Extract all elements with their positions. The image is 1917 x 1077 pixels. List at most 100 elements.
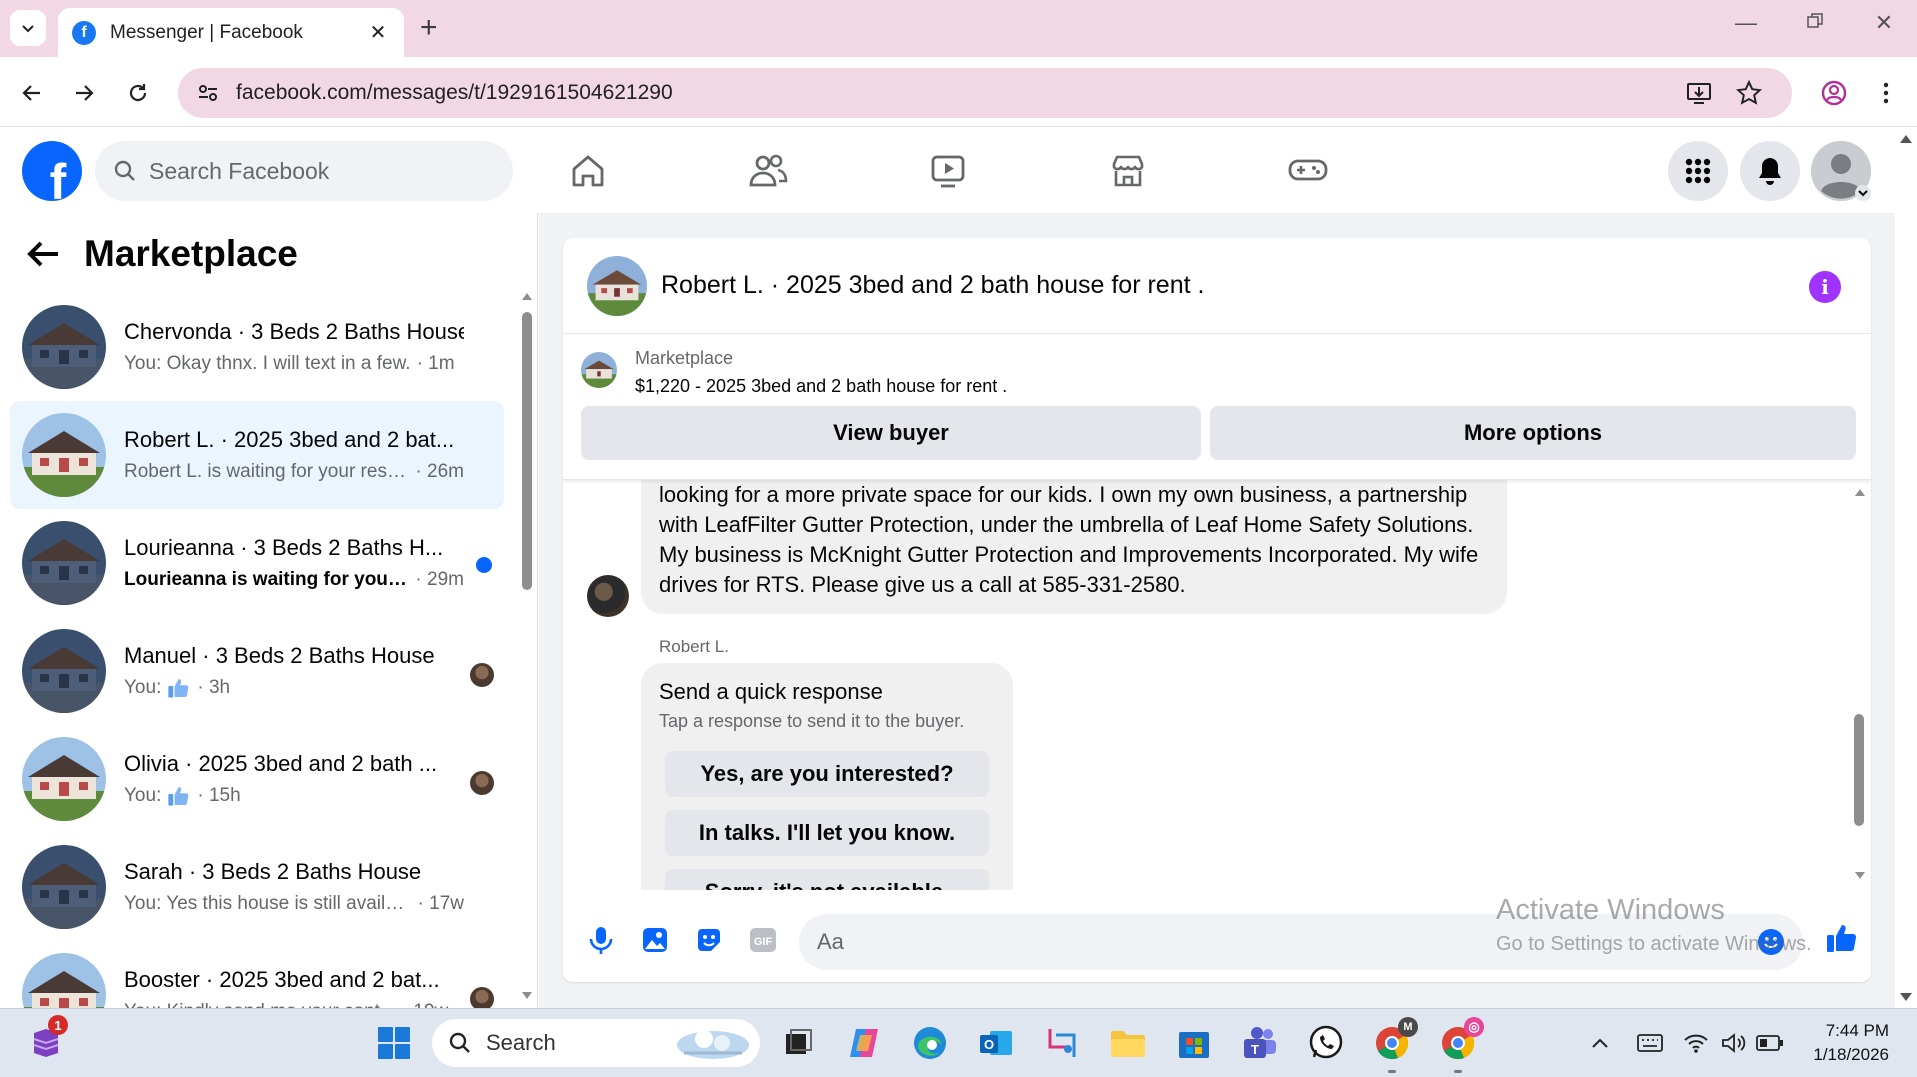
close-tab-icon[interactable]: ✕ <box>366 20 390 45</box>
outlook-icon[interactable]: O <box>974 1021 1018 1065</box>
back-arrow-icon[interactable] <box>26 239 60 269</box>
quick-response-interested-button[interactable]: Yes, are you interested? <box>665 751 989 797</box>
quick-response-in-talks-button[interactable]: In talks. I'll let you know. <box>665 810 989 856</box>
task-view-icon[interactable] <box>776 1021 820 1065</box>
svg-text:T: T <box>1251 1042 1259 1057</box>
info-icon[interactable]: i <box>1809 271 1841 303</box>
facebook-logo-icon[interactable]: f <box>22 141 82 201</box>
conversation-avatar <box>22 413 106 497</box>
chrome-profile-badge-icon: ◎ <box>1464 1017 1484 1037</box>
like-thumb-icon[interactable] <box>1823 920 1859 956</box>
browser-tab[interactable]: f Messenger | Facebook ✕ <box>58 8 404 57</box>
message-input[interactable] <box>817 929 1717 955</box>
clock-time: 7:44 PM <box>1825 1021 1889 1040</box>
emoji-icon[interactable] <box>1757 928 1785 956</box>
minimize-icon[interactable]: — <box>1726 10 1766 36</box>
taskbar-clock[interactable]: 7:44 PM 1/18/2026 <box>1813 1019 1889 1067</box>
site-settings-icon[interactable] <box>196 81 220 105</box>
view-buyer-button[interactable]: View buyer <box>581 406 1201 460</box>
conversation-item[interactable]: Sarah · 3 Beds 2 Baths House You: Yes thi… <box>10 833 504 941</box>
sidebar-header: Marketplace <box>26 233 298 275</box>
microphone-icon[interactable] <box>583 922 619 958</box>
microsoft-store-icon[interactable] <box>1172 1021 1216 1065</box>
snippet-time: · 17w <box>417 893 464 914</box>
notifications-bell-icon[interactable] <box>1740 141 1800 201</box>
whatsapp-icon[interactable] <box>1304 1021 1348 1065</box>
chat-window: Robert L. · 2025 3bed and 2 bath house f… <box>563 238 1871 982</box>
windows-start-icon[interactable] <box>372 1021 416 1065</box>
conversation-snippet: You: · 15h <box>124 785 464 807</box>
listing-thumbnail <box>581 352 617 388</box>
message-composer: GIF <box>563 902 1871 982</box>
quick-response-title: Send a quick response <box>659 679 883 704</box>
snippet-time: · 29m <box>415 569 464 590</box>
notification-badge: 1 <box>48 1015 68 1035</box>
chrome-profile-m-icon[interactable]: M <box>1370 1017 1418 1073</box>
friends-icon[interactable] <box>744 147 792 195</box>
close-window-icon[interactable]: ✕ <box>1864 10 1904 36</box>
back-arrow-icon[interactable] <box>14 75 50 111</box>
forward-arrow-icon[interactable] <box>66 75 102 111</box>
conversation-name: Booster · 2025 3bed and 2 bat... <box>124 967 440 992</box>
chat-title[interactable]: Robert L. · 2025 3bed and 2 bath house f… <box>661 271 1204 300</box>
bookmark-star-icon[interactable] <box>1736 68 1762 118</box>
taskbar-search[interactable]: Search <box>432 1019 760 1067</box>
chrome-profile-icon[interactable]: ◎ <box>1436 1017 1484 1073</box>
snipping-tool-icon[interactable] <box>1040 1021 1084 1065</box>
address-bar[interactable]: facebook.com/messages/t/1929161504621290 <box>178 68 1792 118</box>
listing-label: Marketplace <box>635 348 734 368</box>
search-input[interactable] <box>149 157 479 185</box>
video-icon[interactable] <box>924 147 972 195</box>
home-icon[interactable] <box>564 147 612 195</box>
message-thread: looking for a more private space for our… <box>563 480 1871 890</box>
quick-response-not-available-button[interactable]: Sorry, it's not available. <box>665 869 989 890</box>
widgets-app-icon[interactable]: 1 <box>24 1015 68 1065</box>
sidebar-scroll-thumb[interactable] <box>522 312 532 590</box>
profile-icon[interactable] <box>1816 75 1852 111</box>
listing-description[interactable]: $1,220 - 2025 3bed and 2 bath house for … <box>635 376 1007 397</box>
message-input-box[interactable] <box>799 914 1803 970</box>
chat-avatar[interactable] <box>587 255 647 316</box>
new-tab-button[interactable]: + <box>420 12 438 44</box>
menu-grid-icon[interactable] <box>1668 141 1728 201</box>
restore-icon[interactable] <box>1795 10 1835 36</box>
conversation-sidebar: Marketplace Chervonda · 3 Beds 2 Baths H… <box>0 213 538 1037</box>
file-explorer-icon[interactable] <box>1106 1021 1150 1065</box>
page-scrollbar[interactable] <box>1895 127 1917 1008</box>
marketplace-icon[interactable] <box>1104 147 1152 195</box>
conversation-item[interactable]: Robert L. · 2025 3bed and 2 bat... Robert… <box>10 401 504 509</box>
gif-icon[interactable]: GIF <box>745 922 781 958</box>
conversation-snippet: Lourieanna is waiting for your... · 29m <box>124 569 464 591</box>
conversation-item[interactable]: Lourieanna · 3 Beds 2 Baths H... Louriean… <box>10 509 504 617</box>
gaming-icon[interactable] <box>1284 147 1332 195</box>
photo-icon[interactable] <box>637 922 673 958</box>
more-options-button[interactable]: More options <box>1210 406 1856 460</box>
facebook-search[interactable] <box>95 141 513 201</box>
install-app-icon[interactable] <box>1686 68 1712 118</box>
account-avatar[interactable] <box>1811 141 1871 201</box>
tab-search-button[interactable] <box>10 10 46 46</box>
conversation-item[interactable]: Olivia · 2025 3bed and 2 bath ... You: · 1… <box>10 725 504 833</box>
conversation-item[interactable]: Chervonda · 3 Beds 2 Baths House You: Oka… <box>10 293 504 401</box>
message-scroll-thumb[interactable] <box>1854 714 1864 826</box>
keyboard-icon[interactable] <box>1628 1021 1672 1065</box>
sticker-icon[interactable] <box>691 922 727 958</box>
conversation-text: Chervonda · 3 Beds 2 Baths House You: Oka… <box>124 319 464 375</box>
conversation-name: Robert L. · 2025 3bed and 2 bat... <box>124 427 455 452</box>
sender-avatar[interactable] <box>587 575 629 617</box>
copilot-icon[interactable] <box>842 1021 886 1065</box>
conversation-snippet: You: · 3h <box>124 677 464 699</box>
conversation-text: Robert L. · 2025 3bed and 2 bat... Robert… <box>124 427 464 483</box>
browser-menu-icon[interactable] <box>1868 75 1904 111</box>
svg-text:O: O <box>984 1037 994 1052</box>
teams-icon[interactable]: T <box>1238 1021 1282 1065</box>
seen-avatar <box>470 663 494 687</box>
battery-icon[interactable] <box>1748 1021 1792 1065</box>
facebook-favicon-icon: f <box>72 20 96 45</box>
reload-icon[interactable] <box>120 75 156 111</box>
conversation-item[interactable]: Manuel · 3 Beds 2 Baths House You: · 3h <box>10 617 504 725</box>
snippet-time: · 1m <box>416 353 455 374</box>
show-hidden-icons-chevron-icon[interactable] <box>1578 1021 1622 1065</box>
conversation-avatar <box>22 845 106 929</box>
edge-browser-icon[interactable] <box>908 1021 952 1065</box>
